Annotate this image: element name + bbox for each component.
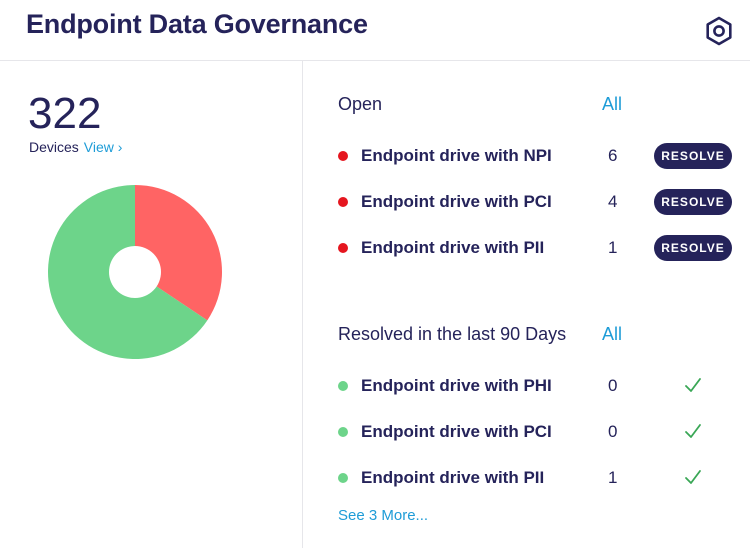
- resolved-row-count: 0: [608, 422, 618, 441]
- resolved-section-title: Resolved in the last 90 Days: [338, 324, 567, 344]
- device-count: 322: [28, 89, 102, 138]
- resolved-row-count: 0: [608, 376, 618, 395]
- open-all-link[interactable]: All: [602, 94, 622, 115]
- view-link[interactable]: View ›: [84, 139, 123, 155]
- resolved-status-dot: [338, 381, 348, 391]
- resolve-button[interactable]: RESOLVE: [654, 235, 732, 261]
- open-row-label: Endpoint drive with PCI: [361, 192, 552, 211]
- devices-label: Devices: [29, 139, 79, 155]
- resolve-button[interactable]: RESOLVE: [654, 189, 732, 215]
- resolved-status-dot: [338, 427, 348, 437]
- settings-icon[interactable]: [701, 13, 737, 49]
- resolved-row: Endpoint drive with PII 1: [338, 463, 738, 493]
- checkmark-icon: [685, 470, 701, 484]
- open-row-label: Endpoint drive with NPI: [361, 146, 552, 165]
- see-more-link[interactable]: See 3 More...: [338, 507, 428, 524]
- page-title: Endpoint Data Governance: [26, 9, 368, 39]
- devices-row: Devices View ›: [29, 139, 122, 155]
- resolved-row-label: Endpoint drive with PII: [361, 468, 545, 487]
- pie-center-hole: [109, 246, 161, 298]
- resolved-row-label: Endpoint drive with PHI: [361, 376, 552, 395]
- status-pie-chart: [48, 185, 223, 359]
- open-row: Endpoint drive with PCI 4 RESOLVE: [338, 187, 738, 217]
- checkmark-icon: [685, 424, 701, 438]
- open-section-title: Open: [338, 94, 383, 114]
- open-status-dot: [338, 197, 348, 207]
- open-row: Endpoint drive with NPI 6 RESOLVE: [338, 141, 738, 171]
- panel-divider: [302, 61, 303, 548]
- open-status-dot: [338, 243, 348, 253]
- resolve-button[interactable]: RESOLVE: [654, 143, 732, 169]
- open-status-dot: [338, 151, 348, 161]
- open-row: Endpoint drive with PII 1 RESOLVE: [338, 233, 738, 263]
- open-row-label: Endpoint drive with PII: [361, 238, 545, 257]
- resolved-row-label: Endpoint drive with PCI: [361, 422, 552, 441]
- resolved-row: Endpoint drive with PCI 0: [338, 417, 738, 447]
- governance-widget: Endpoint Data Governance 322 Devices View…: [0, 0, 750, 548]
- checkmark-icon: [685, 378, 701, 392]
- open-row-count: 6: [608, 146, 618, 165]
- open-row-count: 4: [608, 192, 618, 211]
- resolved-status-dot: [338, 473, 348, 483]
- resolved-row: Endpoint drive with PHI 0: [338, 371, 738, 401]
- resolved-all-link[interactable]: All: [602, 324, 622, 345]
- header: Endpoint Data Governance: [0, 0, 750, 61]
- resolved-row-count: 1: [608, 468, 618, 487]
- open-row-count: 1: [608, 238, 618, 257]
